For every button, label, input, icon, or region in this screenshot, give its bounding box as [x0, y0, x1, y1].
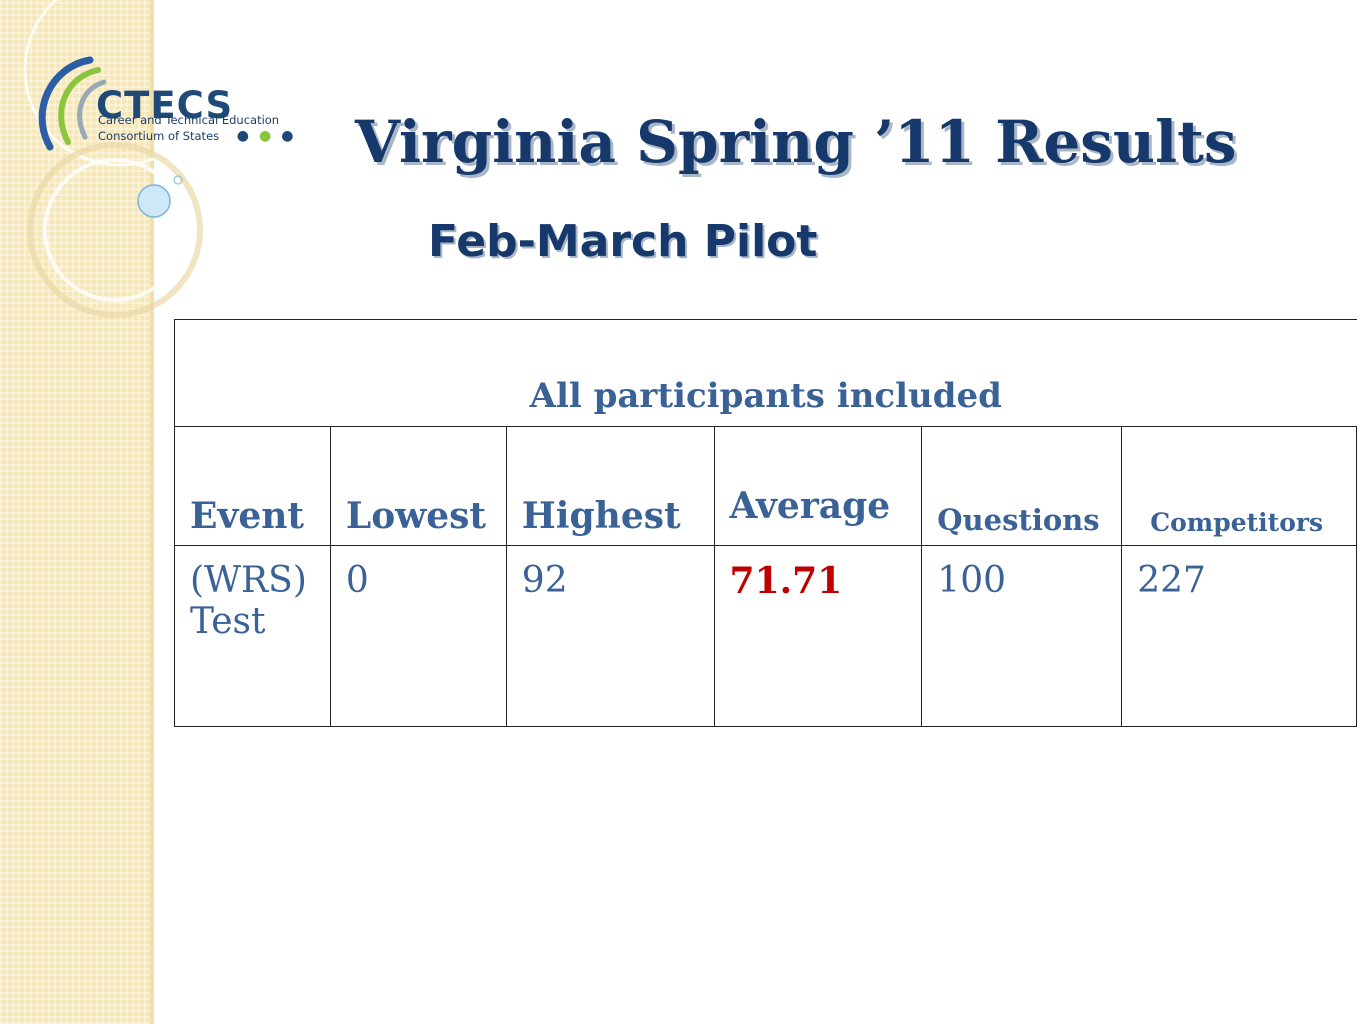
- decorative-rings: [23, 0, 217, 318]
- page-title: Virginia Spring ’11 Results: [355, 108, 1237, 176]
- results-table: All participants included Event Lowest H…: [174, 319, 1357, 727]
- logo-dots-icon: ●●●: [236, 128, 304, 144]
- cell-average: 71.71: [713, 545, 923, 727]
- table-caption: All participants included: [174, 319, 1357, 427]
- logo-tagline-2-text: Consortium of States: [98, 129, 220, 143]
- header-event: Event: [174, 426, 331, 546]
- header-highest: Highest: [505, 426, 715, 546]
- header-questions: Questions: [921, 426, 1123, 546]
- cell-highest: 92: [505, 545, 715, 727]
- bubble-icon: [137, 184, 171, 218]
- logo-tagline-2: Consortium of States ●●●: [98, 128, 303, 144]
- header-lowest: Lowest: [329, 426, 507, 546]
- header-competitors: Competitors: [1121, 426, 1357, 546]
- page-subtitle: Feb-March Pilot: [428, 216, 818, 267]
- cell-lowest: 0: [329, 545, 507, 727]
- cell-questions: 100: [921, 545, 1123, 727]
- logo-tagline-1: Career and Technical Education: [98, 113, 280, 127]
- table-header-row: Event Lowest Highest Average Questions C…: [174, 426, 1357, 546]
- table-caption-row: All participants included: [174, 319, 1357, 427]
- cell-competitors: 227: [1121, 545, 1357, 727]
- header-average: Average: [713, 426, 923, 546]
- cell-event: (WRS) Test: [174, 545, 331, 727]
- table-row: (WRS) Test 0 92 71.71 100 227: [174, 545, 1357, 727]
